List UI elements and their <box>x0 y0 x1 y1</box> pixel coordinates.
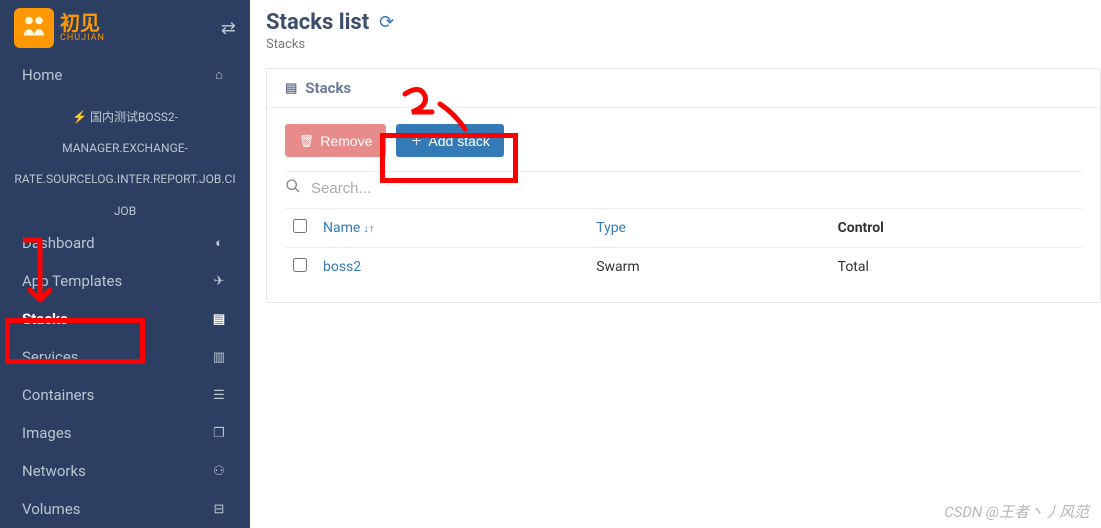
sidebar-toggle-icon[interactable]: ⇄ <box>221 18 236 39</box>
sidebar-item-networks[interactable]: Networks ⚇ <box>0 452 250 490</box>
sidebar-item-label: Networks <box>22 462 210 480</box>
sitemap-icon: ⚇ <box>210 464 228 479</box>
endpoint-line2: MANAGER.EXCHANGE- <box>10 133 240 164</box>
main-content: Stacks list ⟳ Stacks ▤ Stacks 🗑 Remove ＋… <box>250 0 1101 528</box>
rocket-icon: ✈ <box>210 274 228 289</box>
stacks-panel: ▤ Stacks 🗑 Remove ＋ Add stack <box>266 68 1101 303</box>
sidebar-item-stacks[interactable]: Stacks ▤ <box>0 300 250 338</box>
sidebar-item-app-templates[interactable]: App Templates ✈ <box>0 262 250 300</box>
sidebar-item-label: App Templates <box>22 272 210 290</box>
th-list-icon: ▤ <box>285 81 297 96</box>
sidebar-item-label: Volumes <box>22 500 210 518</box>
logo-row: 初见 CHUJIAN ⇄ <box>0 0 250 56</box>
home-icon: ⌂ <box>210 67 228 83</box>
sidebar-item-label: Services <box>22 348 210 366</box>
endpoint-line1: 国内测试BOSS2- <box>90 110 178 124</box>
search-input[interactable] <box>311 180 1082 197</box>
column-name[interactable]: Name↓↑ <box>315 209 588 248</box>
breadcrumb: Stacks <box>266 37 1101 52</box>
search-icon <box>285 178 301 198</box>
sidebar: 初见 CHUJIAN ⇄ Home ⌂ ⚡国内测试BOSS2- MANAGER.… <box>0 0 250 528</box>
panel-header-label: Stacks <box>305 79 351 97</box>
add-button-label: Add stack <box>428 133 489 149</box>
column-type-label: Type <box>596 220 626 236</box>
stack-control: Total <box>830 248 1082 287</box>
sidebar-item-label: Stacks <box>22 310 210 328</box>
column-control: Control <box>830 209 1082 248</box>
table-row: boss2 Swarm Total <box>285 248 1082 287</box>
sidebar-item-label: Containers <box>22 386 210 404</box>
sidebar-home-label: Home <box>22 66 210 84</box>
th-list-icon: ▤ <box>210 312 228 327</box>
plug-icon: ⚡ <box>72 110 87 124</box>
logo-image <box>14 8 54 48</box>
sidebar-item-label: Dashboard <box>22 234 210 252</box>
logo: 初见 CHUJIAN <box>14 8 105 48</box>
endpoint-info: ⚡国内测试BOSS2- MANAGER.EXCHANGE- RATE.SOURC… <box>0 94 250 224</box>
column-type[interactable]: Type <box>588 209 829 248</box>
list-alt-icon: ▥ <box>210 350 228 365</box>
endpoint-line4: JOB <box>10 196 240 224</box>
sidebar-item-containers[interactable]: Containers ☰ <box>0 376 250 414</box>
endpoint-line3: RATE.SOURCELOG.INTER.REPORT.JOB.CI <box>10 164 240 195</box>
sidebar-item-home[interactable]: Home ⌂ <box>0 56 250 94</box>
sort-icon: ↓↑ <box>363 222 374 235</box>
page-title: Stacks list <box>266 10 369 35</box>
stacks-table: Name↓↑ Type Control boss2 Swarm Total <box>285 208 1082 286</box>
refresh-icon[interactable]: ⟳ <box>379 12 394 33</box>
sidebar-item-volumes[interactable]: Volumes ⊟ <box>0 490 250 528</box>
plus-icon: ＋ <box>410 132 422 149</box>
hdd-icon: ⊟ <box>210 502 228 517</box>
clone-icon: ❐ <box>210 426 228 441</box>
sidebar-item-images[interactable]: Images ❐ <box>0 414 250 452</box>
search-row <box>285 171 1082 208</box>
sidebar-item-label: Images <box>22 424 210 442</box>
row-checkbox[interactable] <box>293 258 307 272</box>
trash-icon: 🗑 <box>299 134 314 148</box>
logo-text-cn: 初见 <box>60 13 105 33</box>
column-control-label: Control <box>838 220 884 236</box>
remove-button-label: Remove <box>320 133 372 149</box>
select-all-checkbox[interactable] <box>293 219 307 233</box>
panel-header: ▤ Stacks <box>267 69 1100 108</box>
column-name-label: Name <box>323 220 360 236</box>
stack-name-link[interactable]: boss2 <box>323 259 361 275</box>
sidebar-item-dashboard[interactable]: Dashboard ◐ <box>0 224 250 262</box>
tachometer-icon: ◐ <box>210 235 228 251</box>
add-stack-button[interactable]: ＋ Add stack <box>396 124 504 157</box>
stack-type: Swarm <box>588 248 829 287</box>
remove-button[interactable]: 🗑 Remove <box>285 124 386 157</box>
logo-text-en: CHUJIAN <box>60 33 105 43</box>
sidebar-item-services[interactable]: Services ▥ <box>0 338 250 376</box>
server-icon: ☰ <box>210 388 228 403</box>
